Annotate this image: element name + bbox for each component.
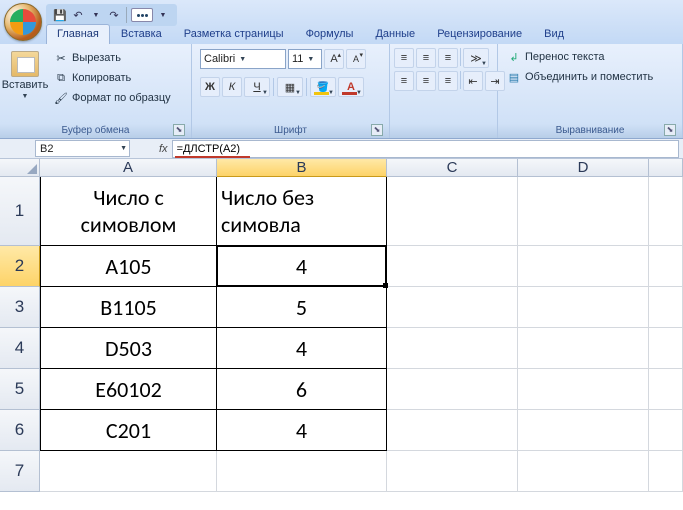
col-header-d[interactable]: D: [518, 159, 649, 177]
cell-b5[interactable]: 6: [217, 369, 387, 410]
underline-button[interactable]: Ч▼: [244, 77, 270, 97]
cell-a3[interactable]: B1105: [40, 287, 217, 328]
format-painter-button[interactable]: 🖌Формат по образцу: [49, 89, 176, 107]
bold-button[interactable]: Ж: [200, 77, 220, 97]
font-size-combo[interactable]: 11▼: [288, 49, 322, 69]
copy-button[interactable]: ⧉Копировать: [49, 69, 176, 87]
qat-customize[interactable]: [131, 8, 153, 22]
grow-font-button[interactable]: A▴: [324, 49, 344, 69]
col-header-b[interactable]: B: [217, 159, 387, 177]
cell-a1[interactable]: Число с симовлом: [40, 177, 217, 246]
wrap-icon: ↲: [507, 50, 521, 64]
col-header-a[interactable]: A: [40, 159, 217, 177]
tab-home[interactable]: Главная: [46, 24, 110, 44]
office-button[interactable]: [4, 3, 42, 41]
undo-dropdown[interactable]: ▼: [88, 7, 104, 23]
align-bottom-button[interactable]: ≡: [438, 48, 458, 68]
row-header-7[interactable]: 7: [0, 451, 40, 492]
undo-icon[interactable]: ↶: [70, 7, 86, 23]
font-name-combo[interactable]: Calibri▼: [200, 49, 286, 69]
align-center-button[interactable]: ≡: [416, 71, 436, 91]
cell-b2[interactable]: 4: [217, 246, 387, 287]
row-header-1[interactable]: 1: [0, 177, 40, 246]
tab-page-layout[interactable]: Разметка страницы: [173, 24, 295, 44]
group-clipboard-label: Буфер обмена⬊: [4, 124, 187, 138]
scissors-icon: ✂: [54, 51, 68, 65]
row-header-5[interactable]: 5: [0, 369, 40, 410]
clipboard-launcher[interactable]: ⬊: [173, 124, 185, 136]
cell-e1[interactable]: [649, 177, 683, 246]
quick-access-toolbar: 💾 ↶ ▼ ↷ ▼: [46, 4, 177, 26]
cell-b1[interactable]: Число без симовла: [217, 177, 387, 246]
select-all-corner[interactable]: [0, 159, 40, 177]
paste-icon: [11, 51, 39, 77]
fill-color-button[interactable]: 🪣▼: [310, 77, 336, 97]
spreadsheet-grid: A B C D 1 Число с симовлом Число без сим…: [0, 159, 683, 492]
group-font-label: Шрифт⬊: [196, 124, 385, 138]
group-alignment-label: Выравнивание⬊: [502, 124, 678, 138]
fx-icon[interactable]: fx: [159, 143, 168, 155]
font-color-button[interactable]: A▼: [338, 77, 364, 97]
tab-data[interactable]: Данные: [364, 24, 426, 44]
align-left-button[interactable]: ≡: [394, 71, 414, 91]
tab-review[interactable]: Рецензирование: [426, 24, 533, 44]
row-header-6[interactable]: 6: [0, 410, 40, 451]
cell-b4[interactable]: 4: [217, 328, 387, 369]
orientation-button[interactable]: ≫▼: [463, 48, 489, 68]
alignment-launcher[interactable]: ⬊: [664, 124, 676, 136]
align-right-button[interactable]: ≡: [438, 71, 458, 91]
decrease-indent-button[interactable]: ⇤: [463, 71, 483, 91]
cut-button[interactable]: ✂Вырезать: [49, 49, 176, 67]
row-header-4[interactable]: 4: [0, 328, 40, 369]
col-header-e[interactable]: [649, 159, 683, 177]
cell-b7[interactable]: [217, 451, 387, 492]
wrap-text-button[interactable]: ↲Перенос текста: [502, 48, 658, 66]
name-box[interactable]: B2▼: [35, 140, 130, 157]
cell-b6[interactable]: 4: [217, 410, 387, 451]
cell-a4[interactable]: D503: [40, 328, 217, 369]
titlebar: 💾 ↶ ▼ ↷ ▼ Главная Вставка Разметка стран…: [0, 0, 683, 44]
merge-icon: ▤: [507, 70, 521, 84]
align-top-button[interactable]: ≡: [394, 48, 414, 68]
ribbon: Вставить ▼ ✂Вырезать ⧉Копировать 🖌Формат…: [0, 44, 683, 139]
col-header-c[interactable]: C: [387, 159, 518, 177]
increase-indent-button[interactable]: ⇥: [485, 71, 505, 91]
align-middle-button[interactable]: ≡: [416, 48, 436, 68]
brush-icon: 🖌: [54, 91, 68, 105]
paste-button[interactable]: Вставить ▼: [4, 46, 46, 101]
copy-icon: ⧉: [54, 71, 68, 85]
redo-icon[interactable]: ↷: [106, 7, 122, 23]
borders-button[interactable]: ▦▼: [277, 77, 303, 97]
cell-c1[interactable]: [387, 177, 518, 246]
cell-a7[interactable]: [40, 451, 217, 492]
tab-insert[interactable]: Вставка: [110, 24, 173, 44]
cell-a5[interactable]: E60102: [40, 369, 217, 410]
row-header-2[interactable]: 2: [0, 246, 40, 287]
cell-a6[interactable]: C201: [40, 410, 217, 451]
save-icon[interactable]: 💾: [52, 7, 68, 23]
tab-formulas[interactable]: Формулы: [295, 24, 365, 44]
cell-a2[interactable]: A105: [40, 246, 217, 287]
italic-button[interactable]: К: [222, 77, 242, 97]
formula-input[interactable]: =ДЛСТР(A2): [172, 140, 679, 158]
tab-view[interactable]: Вид: [533, 24, 575, 44]
row-header-3[interactable]: 3: [0, 287, 40, 328]
cell-b3[interactable]: 5: [217, 287, 387, 328]
formula-bar: B2▼ fx =ДЛСТР(A2): [0, 139, 683, 159]
cell-d1[interactable]: [518, 177, 649, 246]
merge-center-button[interactable]: ▤Объединить и поместить: [502, 68, 658, 86]
qat-dropdown[interactable]: ▼: [155, 7, 171, 23]
font-launcher[interactable]: ⬊: [371, 124, 383, 136]
shrink-font-button[interactable]: A▾: [346, 49, 366, 69]
ribbon-tabs: Главная Вставка Разметка страницы Формул…: [46, 24, 575, 44]
